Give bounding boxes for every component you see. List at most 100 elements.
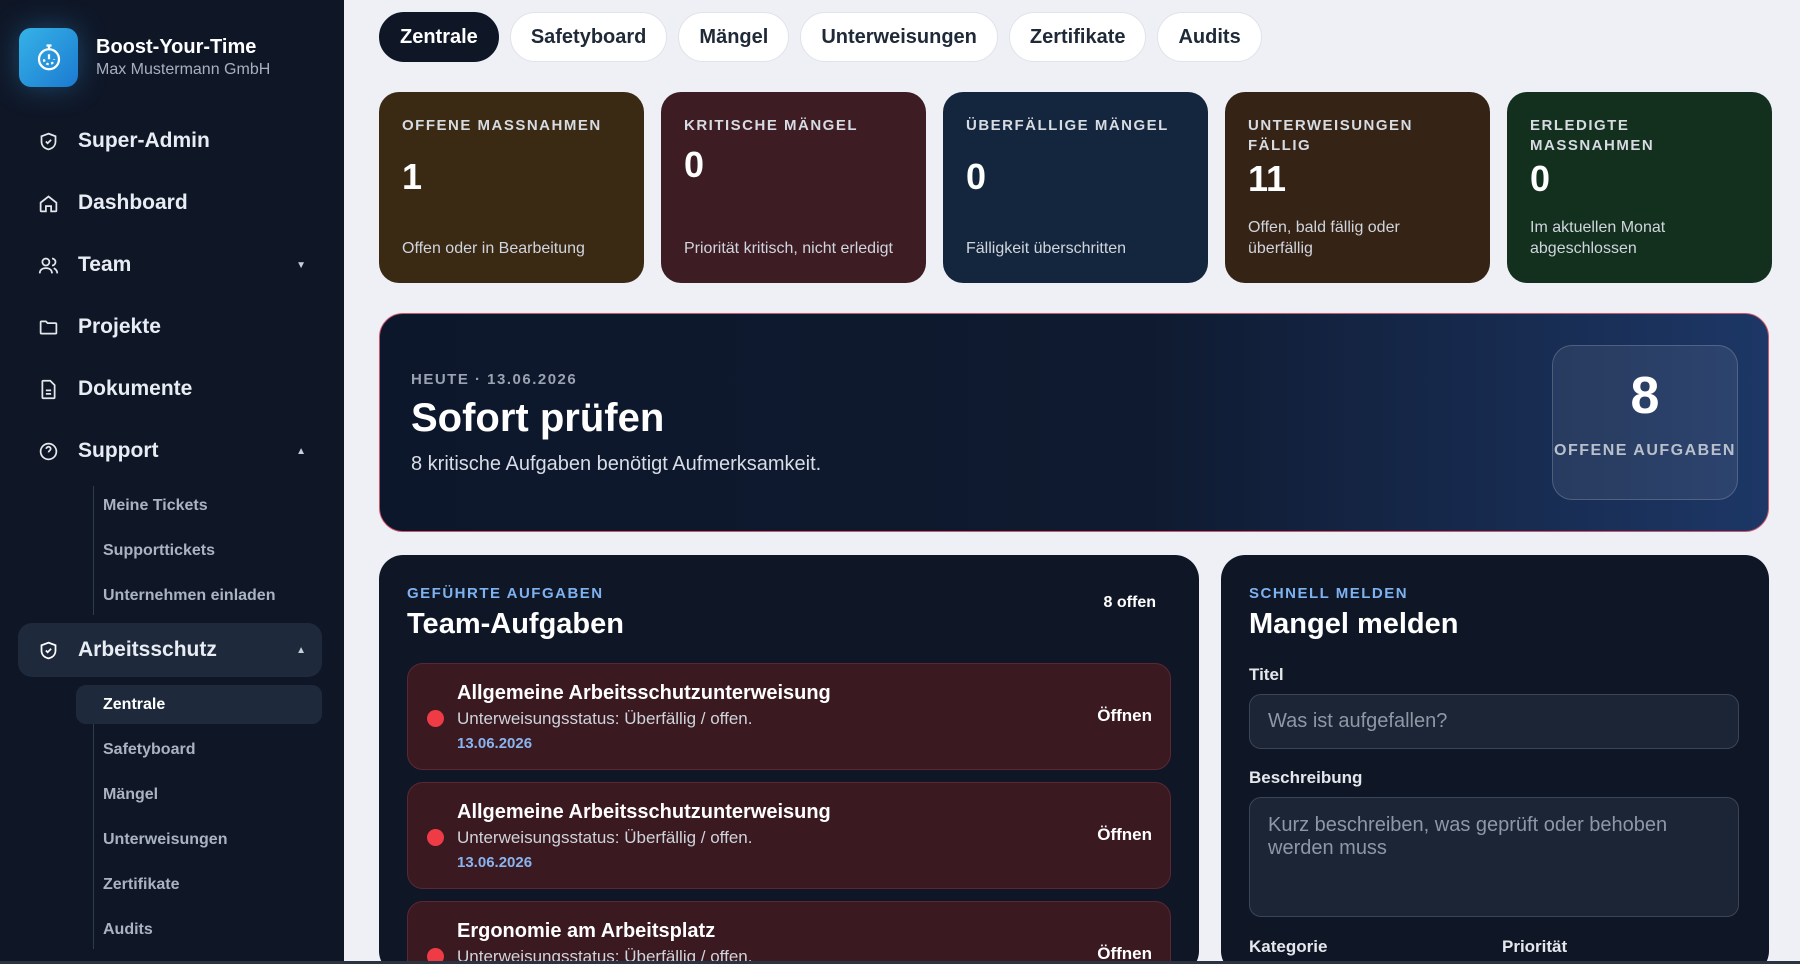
task-item[interactable]: Allgemeine Arbeitsschutzunterweisung Unt… bbox=[407, 782, 1171, 889]
help-circle-icon bbox=[36, 439, 60, 463]
sidebar-item-label: Team bbox=[78, 253, 132, 276]
task-title: Ergonomie am Arbeitsplatz bbox=[457, 920, 716, 942]
open-tasks-counter[interactable]: 8 OFFENE AUFGABEN bbox=[1552, 345, 1738, 500]
users-icon bbox=[36, 253, 60, 277]
tab-zentrale[interactable]: Zentrale bbox=[379, 12, 499, 62]
sidebar-item-dokumente[interactable]: Dokumente bbox=[18, 362, 322, 416]
caret-up-icon: ▲ bbox=[296, 644, 306, 656]
kpi-value: 11 bbox=[1248, 158, 1287, 199]
category-field-label: Kategorie bbox=[1249, 937, 1328, 956]
kpi-value: 0 bbox=[684, 144, 705, 185]
status-dot-icon bbox=[427, 829, 444, 846]
tab-audits[interactable]: Audits bbox=[1157, 12, 1262, 62]
caret-down-icon: ▼ bbox=[296, 259, 306, 271]
kpi-label: ÜBERFÄLLIGE MÄNGEL bbox=[966, 117, 1169, 134]
home-icon bbox=[36, 191, 60, 215]
tab-zertifikate[interactable]: Zertifikate bbox=[1008, 12, 1147, 62]
subnav-item-zertifikate[interactable]: Zertifikate bbox=[76, 865, 322, 904]
subnav-item-zentrale[interactable]: Zentrale bbox=[76, 685, 322, 724]
support-subnav: Meine Tickets Supporttickets Unternehmen… bbox=[76, 486, 322, 615]
task-item[interactable]: Ergonomie am Arbeitsplatz Unterweisungss… bbox=[407, 901, 1171, 964]
title-field-label: Titel bbox=[1249, 665, 1284, 684]
kpi-description: Im aktuellen Monat abgeschlossen bbox=[1530, 219, 1666, 257]
tab-bar: Zentrale Safetyboard Mängel Unterweisung… bbox=[379, 12, 1262, 62]
kpi-card-erledigte-massnahmen[interactable]: ERLEDIGTE MASSNAHMEN 0 Im aktuellen Mona… bbox=[1507, 92, 1772, 283]
sidebar-item-label: Arbeitsschutz bbox=[78, 638, 217, 661]
task-status: Unterweisungsstatus: Überfällig / offen. bbox=[457, 709, 753, 728]
tab-safetyboard[interactable]: Safetyboard bbox=[509, 12, 668, 62]
document-icon bbox=[36, 377, 60, 401]
kpi-label: ERLEDIGTE MASSNAHMEN bbox=[1530, 117, 1655, 154]
task-status: Unterweisungsstatus: Überfällig / offen. bbox=[457, 828, 753, 847]
subnav-item-maengel[interactable]: Mängel bbox=[76, 775, 322, 814]
sidebar-item-support[interactable]: Support ▲ bbox=[18, 424, 322, 478]
caret-up-icon: ▲ bbox=[296, 445, 306, 457]
stopwatch-icon bbox=[19, 28, 78, 87]
defect-description-input[interactable] bbox=[1249, 797, 1739, 917]
kpi-card-offene-massnahmen[interactable]: OFFENE MASSNAHMEN 1 Offen oder in Bearbe… bbox=[379, 92, 644, 283]
status-dot-icon bbox=[427, 710, 444, 727]
task-date: 13.06.2026 bbox=[457, 735, 533, 752]
subnav-item-supporttickets[interactable]: Supporttickets bbox=[76, 531, 322, 570]
subnav-item-meine-tickets[interactable]: Meine Tickets bbox=[76, 486, 322, 525]
shield-check-icon bbox=[36, 638, 60, 662]
subnav-item-unterweisungen[interactable]: Unterweisungen bbox=[76, 820, 322, 859]
shield-check-icon bbox=[36, 129, 60, 153]
arbeitsschutz-subnav: Zentrale Safetyboard Mängel Unterweisung… bbox=[76, 685, 322, 949]
kpi-description: Offen, bald fällig oder überfällig bbox=[1248, 219, 1400, 257]
hero-title: Sofort prüfen bbox=[411, 396, 665, 440]
kpi-description: Offen oder in Bearbeitung bbox=[402, 240, 585, 257]
description-field-label: Beschreibung bbox=[1249, 768, 1363, 787]
hero-subtitle: 8 kritische Aufgaben benötigt Aufmerksam… bbox=[411, 453, 822, 475]
sidebar-item-dashboard[interactable]: Dashboard bbox=[18, 176, 322, 230]
sidebar-item-label: Dokumente bbox=[78, 377, 193, 400]
kpi-description: Fälligkeit überschritten bbox=[966, 240, 1127, 257]
sidebar-item-projekte[interactable]: Projekte bbox=[18, 300, 322, 354]
brand-name: Boost-Your-Time bbox=[96, 36, 257, 58]
kpi-cards: OFFENE MASSNAHMEN 1 Offen oder in Bearbe… bbox=[379, 92, 1772, 283]
team-tasks-panel: GEFÜHRTE AUFGABEN Team-Aufgaben 8 offen … bbox=[379, 555, 1199, 964]
panel-kicker: GEFÜHRTE AUFGABEN bbox=[407, 585, 604, 602]
sidebar-item-label: Projekte bbox=[78, 315, 161, 338]
main-content: Zentrale Safetyboard Mängel Unterweisung… bbox=[344, 0, 1800, 964]
report-defect-panel: SCHNELL MELDEN Mangel melden Titel Besch… bbox=[1221, 555, 1769, 964]
sidebar-item-team[interactable]: Team ▼ bbox=[18, 238, 322, 292]
brand[interactable]: Boost-Your-Time Max Mustermann GmbH bbox=[19, 28, 270, 87]
kpi-value: 1 bbox=[402, 156, 423, 197]
kpi-label: UNTERWEISUNGEN FÄLLIG bbox=[1248, 117, 1413, 154]
kpi-label: KRITISCHE MÄNGEL bbox=[684, 117, 858, 134]
kpi-value: 0 bbox=[1530, 158, 1551, 199]
subnav-item-unternehmen-einladen[interactable]: Unternehmen einladen bbox=[76, 576, 322, 615]
sidebar-item-label: Support bbox=[78, 439, 159, 462]
kpi-label: OFFENE MASSNAHMEN bbox=[402, 117, 602, 134]
open-task-button[interactable]: Öffnen bbox=[1097, 706, 1152, 726]
sidebar-item-super-admin[interactable]: Super-Admin bbox=[18, 114, 322, 168]
kpi-card-unterweisungen-faellig[interactable]: UNTERWEISUNGEN FÄLLIG 11 Offen, bald fäl… bbox=[1225, 92, 1490, 283]
kpi-card-kritische-maengel[interactable]: KRITISCHE MÄNGEL 0 Priorität kritisch, n… bbox=[661, 92, 926, 283]
brand-company: Max Mustermann GmbH bbox=[96, 61, 271, 78]
defect-title-input[interactable] bbox=[1249, 694, 1739, 749]
sidebar-nav: Super-Admin Dashboard Team ▼ Projekte Do… bbox=[18, 114, 322, 957]
task-title: Allgemeine Arbeitsschutzunterweisung bbox=[457, 801, 831, 823]
subnav-item-safetyboard[interactable]: Safetyboard bbox=[76, 730, 322, 769]
hero-date: HEUTE · 13.06.2026 bbox=[411, 371, 578, 388]
open-tasks-label: OFFENE AUFGABEN bbox=[1554, 442, 1736, 459]
task-title: Allgemeine Arbeitsschutzunterweisung bbox=[457, 682, 831, 704]
sidebar-item-label: Super-Admin bbox=[78, 129, 210, 152]
tab-maengel[interactable]: Mängel bbox=[678, 12, 790, 62]
today-hero: HEUTE · 13.06.2026 Sofort prüfen 8 kriti… bbox=[379, 313, 1769, 532]
kpi-card-ueberfaellige-maengel[interactable]: ÜBERFÄLLIGE MÄNGEL 0 Fälligkeit überschr… bbox=[943, 92, 1208, 283]
open-task-button[interactable]: Öffnen bbox=[1097, 825, 1152, 845]
folder-icon bbox=[36, 315, 60, 339]
open-count-badge: 8 offen bbox=[1103, 594, 1156, 611]
tab-unterweisungen[interactable]: Unterweisungen bbox=[800, 12, 998, 62]
kpi-description: Priorität kritisch, nicht erledigt bbox=[684, 240, 893, 257]
sidebar-item-label: Dashboard bbox=[78, 191, 188, 214]
task-item[interactable]: Allgemeine Arbeitsschutzunterweisung Unt… bbox=[407, 663, 1171, 770]
priority-field-label: Priorität bbox=[1502, 937, 1568, 956]
sidebar-item-arbeitsschutz[interactable]: Arbeitsschutz ▲ bbox=[18, 623, 322, 677]
task-date: 13.06.2026 bbox=[457, 854, 533, 871]
subnav-item-audits[interactable]: Audits bbox=[76, 910, 322, 949]
panel-title: Mangel melden bbox=[1249, 608, 1459, 640]
sidebar: Boost-Your-Time Max Mustermann GmbH Supe… bbox=[0, 0, 344, 964]
